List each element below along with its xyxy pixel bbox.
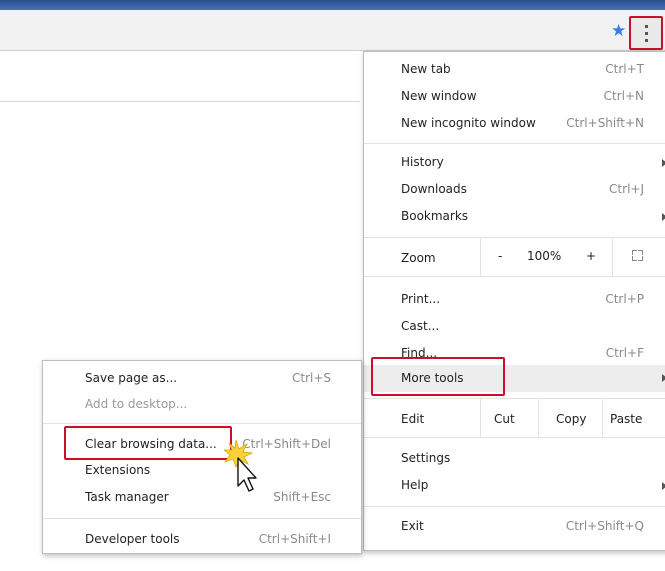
paste-button[interactable]: Paste xyxy=(610,412,642,426)
menu-item-label: Downloads xyxy=(401,182,467,196)
menu-item-label: New tab xyxy=(401,62,451,76)
submenu-item-developer-tools[interactable]: Developer tools Ctrl+Shift+I xyxy=(43,527,361,553)
menu-separator xyxy=(43,423,361,424)
menu-item-shortcut: Ctrl+T xyxy=(605,62,644,76)
menu-item-shortcut: Ctrl+S xyxy=(291,371,331,385)
menu-item-label: Task manager xyxy=(85,490,169,504)
menu-item-label: Settings xyxy=(401,451,451,465)
menu-item-shortcut: Ctrl+Shift+Q xyxy=(565,519,644,533)
menu-item-new-incognito-window[interactable]: New incognito window Ctrl+Shift+N xyxy=(364,111,665,137)
zoom-level: 100% xyxy=(527,249,562,263)
menu-item-label: Cast... xyxy=(401,319,440,333)
kebab-menu-icon xyxy=(645,25,648,43)
menu-item-shortcut: Shift+Esc xyxy=(273,490,331,504)
menu-item-zoom: Zoom - 100% + xyxy=(364,238,665,276)
menu-item-label: Developer tools xyxy=(85,532,180,546)
menu-item-shortcut: Ctrl+F xyxy=(605,346,644,360)
fullscreen-icon[interactable] xyxy=(632,250,643,261)
cut-button[interactable]: Cut xyxy=(494,412,515,426)
menu-item-label: Zoom xyxy=(401,251,436,265)
mouse-cursor-icon xyxy=(224,440,257,492)
menu-item-label: Help xyxy=(401,478,429,492)
menu-item-label: Exit xyxy=(401,519,424,533)
star-icon[interactable]: ★ xyxy=(611,23,626,40)
submenu-item-extensions[interactable]: Extensions xyxy=(43,458,361,484)
menu-item-label: History xyxy=(401,155,444,169)
submenu-item-add-to-desktop: Add to desktop... xyxy=(43,392,361,418)
menu-item-shortcut: Ctrl+Shift+I xyxy=(258,532,331,546)
menu-item-label: Bookmarks xyxy=(401,209,469,223)
menu-item-label: New incognito window xyxy=(401,116,536,130)
zoom-in-button[interactable]: + xyxy=(586,249,596,263)
page-divider xyxy=(0,101,360,102)
menu-item-label: Edit xyxy=(401,412,425,426)
more-tools-highlight xyxy=(371,357,505,396)
copy-button[interactable]: Copy xyxy=(556,412,586,426)
menu-item-help[interactable]: Help xyxy=(364,473,665,499)
menu-item-shortcut: Ctrl+Shift+N xyxy=(566,116,644,130)
chrome-menu-button[interactable] xyxy=(629,16,663,50)
menu-item-downloads[interactable]: Downloads Ctrl+J xyxy=(364,177,665,203)
menu-separator xyxy=(364,437,665,438)
menu-item-print[interactable]: Print... Ctrl+P xyxy=(364,287,665,313)
menu-separator xyxy=(364,506,665,507)
submenu-item-save-page-as[interactable]: Save page as... Ctrl+S xyxy=(43,366,361,392)
window-title-bar xyxy=(0,0,665,10)
menu-item-label: Save page as... xyxy=(85,371,178,385)
menu-item-shortcut: Ctrl+J xyxy=(609,182,644,196)
menu-item-label: Print... xyxy=(401,292,441,306)
menu-item-history[interactable]: History xyxy=(364,150,665,176)
menu-item-shortcut: Ctrl+P xyxy=(605,292,644,306)
menu-item-settings[interactable]: Settings xyxy=(364,446,665,472)
chrome-main-menu: New tab Ctrl+T New window Ctrl+N New inc… xyxy=(363,51,665,551)
menu-item-exit[interactable]: Exit Ctrl+Shift+Q xyxy=(364,514,665,540)
menu-item-cast[interactable]: Cast... xyxy=(364,314,665,340)
menu-separator xyxy=(364,276,665,277)
menu-item-shortcut: Ctrl+N xyxy=(603,89,644,103)
submenu-item-task-manager[interactable]: Task manager Shift+Esc xyxy=(43,485,361,511)
menu-separator xyxy=(364,143,665,144)
menu-item-label: Add to desktop... xyxy=(85,397,188,411)
menu-item-new-tab[interactable]: New tab Ctrl+T xyxy=(364,57,665,83)
browser-toolbar xyxy=(0,10,665,51)
clear-browsing-data-highlight xyxy=(64,426,232,460)
zoom-out-button[interactable]: - xyxy=(498,249,502,263)
menu-item-new-window[interactable]: New window Ctrl+N xyxy=(364,84,665,110)
menu-item-label: Extensions xyxy=(85,463,151,477)
menu-separator xyxy=(43,518,361,519)
menu-item-label: New window xyxy=(401,89,477,103)
menu-item-bookmarks[interactable]: Bookmarks xyxy=(364,204,665,230)
menu-item-edit: Edit Cut Copy Paste xyxy=(364,399,665,437)
